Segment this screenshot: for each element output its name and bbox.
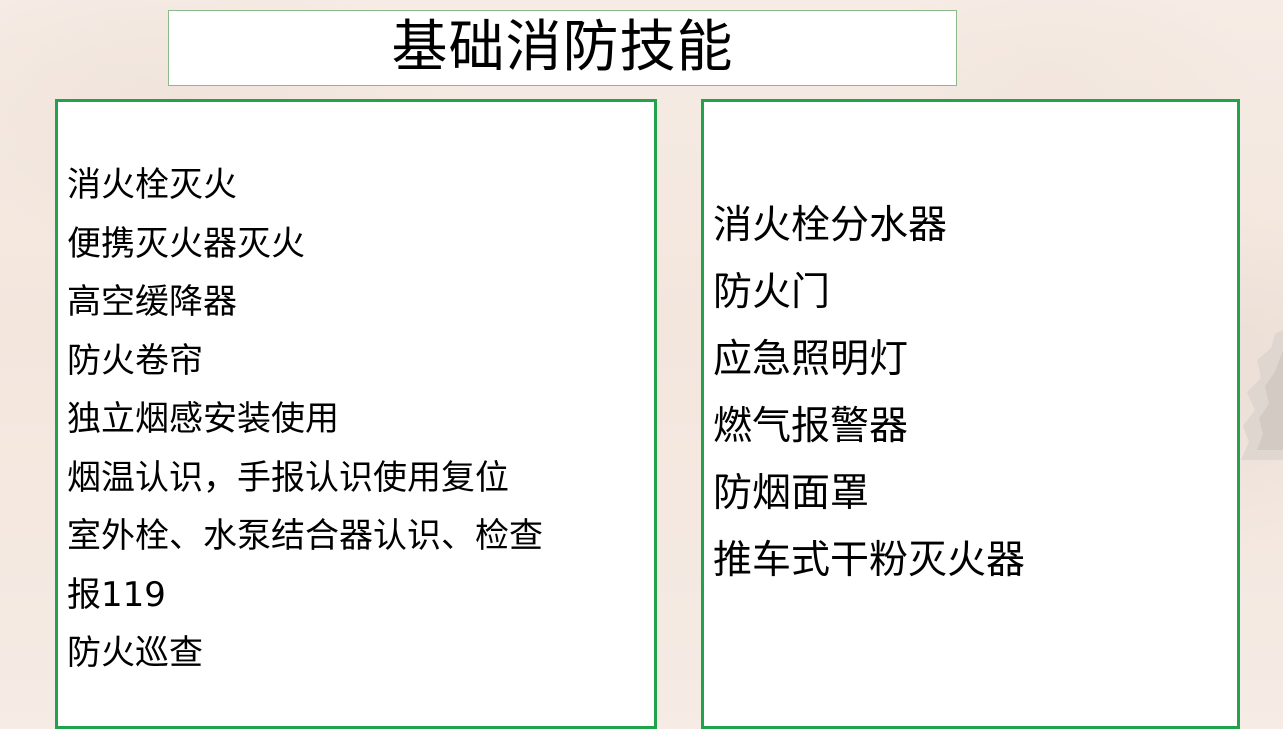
ink-mountain-decoration xyxy=(1241,330,1283,460)
slide-title: 基础消防技能 xyxy=(391,15,734,80)
list-item: 报119 xyxy=(67,574,166,615)
list-item: 防火门 xyxy=(713,270,831,315)
list-item: 室外栓、水泵结合器认识、检查 xyxy=(67,516,543,556)
title-box: 基础消防技能 xyxy=(168,10,957,86)
list-item: 推车式干粉灭火器 xyxy=(713,538,1026,583)
list-item: 消火栓灭火 xyxy=(67,165,237,205)
list-item: 独立烟感安装使用 xyxy=(67,399,339,439)
list-item: 防火卷帘 xyxy=(67,340,203,381)
left-skills-panel: 消火栓灭火 便携灭火器灭火 高空缓降器 防火卷帘 独立烟感安装使用 烟温认识，手… xyxy=(55,99,657,729)
list-item: 消火栓分水器 xyxy=(713,203,948,248)
left-skills-list: 消火栓灭火 便携灭火器灭火 高空缓降器 防火卷帘 独立烟感安装使用 烟温认识，手… xyxy=(67,156,543,683)
list-item: 高空缓降器 xyxy=(67,282,237,322)
list-item: 烟温认识，手报认识使用复位 xyxy=(67,457,509,498)
list-item: 便携灭火器灭火 xyxy=(67,223,305,264)
list-item: 防烟面罩 xyxy=(713,471,870,516)
list-item: 燃气报警器 xyxy=(713,404,909,449)
right-equipment-panel: 消火栓分水器 防火门 应急照明灯 燃气报警器 防烟面罩 推车式干粉灭火器 xyxy=(701,99,1240,729)
list-item: 防火巡查 xyxy=(67,633,203,673)
list-item: 应急照明灯 xyxy=(713,337,909,382)
right-equipment-list: 消火栓分水器 防火门 应急照明灯 燃气报警器 防烟面罩 推车式干粉灭火器 xyxy=(713,192,1025,594)
